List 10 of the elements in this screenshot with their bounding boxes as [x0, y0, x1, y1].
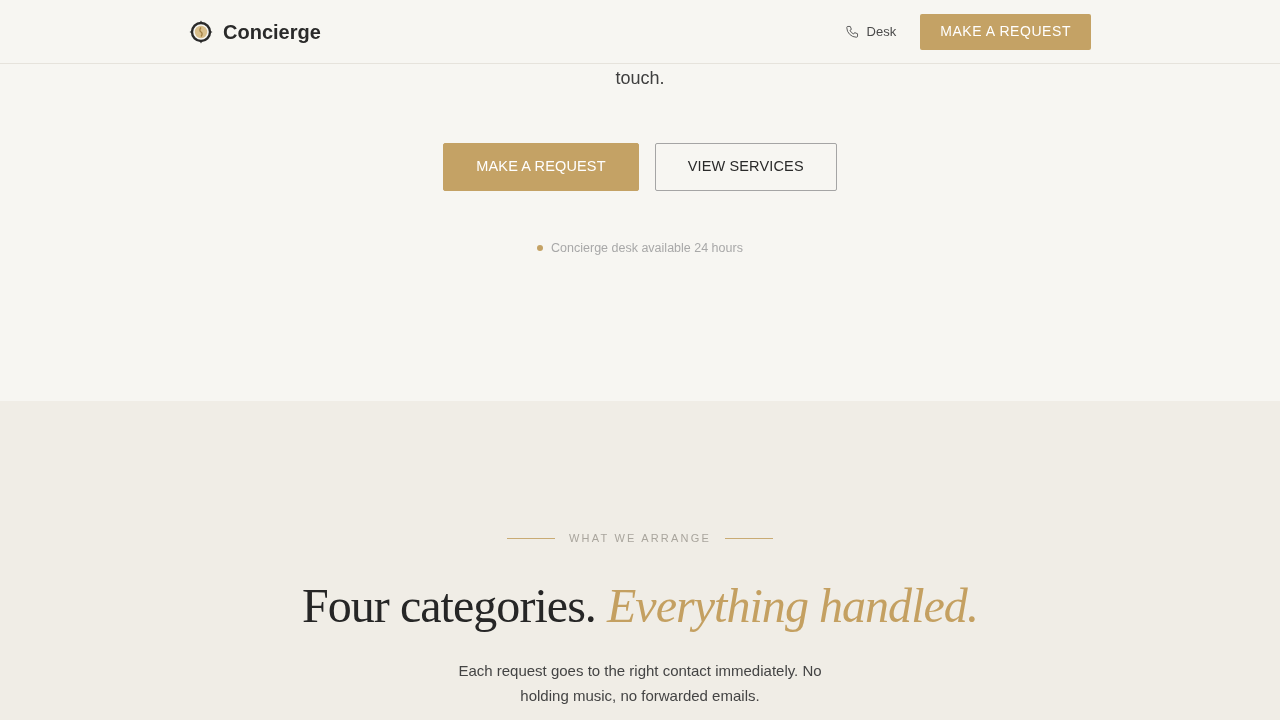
- brand-name[interactable]: Concierge: [223, 17, 321, 46]
- view-services-button[interactable]: VIEW SERVICES: [654, 143, 837, 191]
- compass-logo-icon: [189, 19, 213, 44]
- section-heading: Four categories. Everything handled.: [302, 579, 978, 633]
- section-description: Each request goes to the right contact immediately. No holding music, no forwarded emails.: [457, 661, 823, 706]
- phone-icon: [844, 24, 859, 39]
- status-text: Concierge desk available 24 hours: [551, 240, 743, 257]
- desk-link[interactable]: Desk: [844, 21, 897, 42]
- hero-text: touch.: [615, 67, 665, 90]
- section-eyebrow: WHAT WE ARRANGE: [569, 531, 711, 546]
